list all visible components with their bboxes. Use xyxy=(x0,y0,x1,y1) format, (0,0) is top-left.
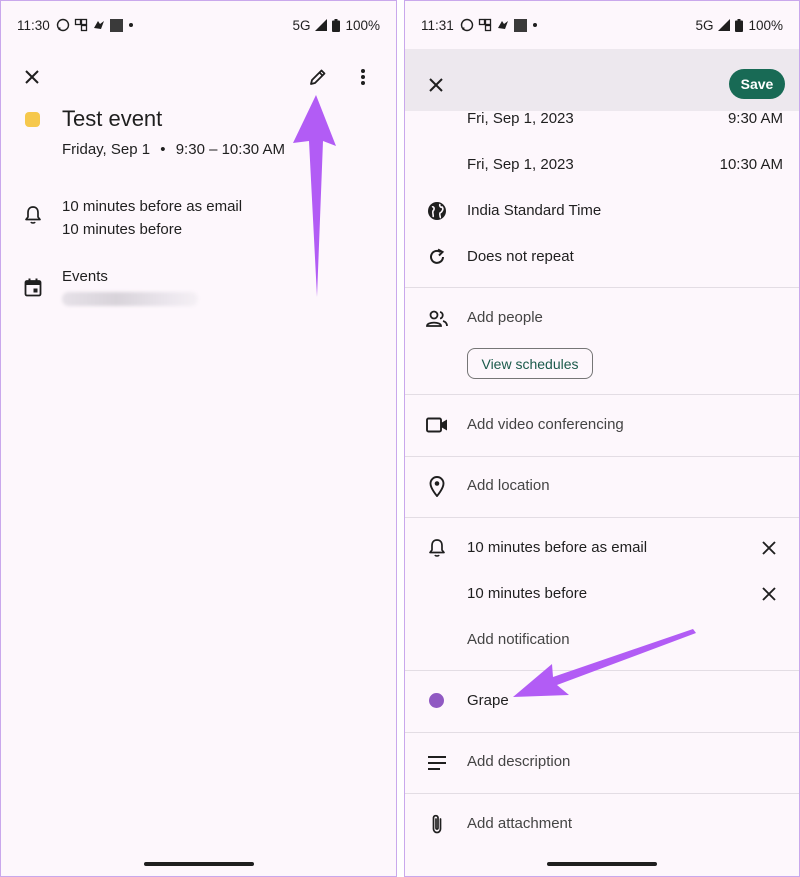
gesture-nav-bar[interactable] xyxy=(143,862,254,866)
signal-icon xyxy=(718,19,731,31)
add-notification[interactable]: Add notification xyxy=(467,631,570,648)
people-icon xyxy=(424,307,450,331)
edit-pencil-icon[interactable] xyxy=(304,63,332,91)
event-title: Test event xyxy=(62,106,163,131)
notification-dot xyxy=(128,23,133,27)
event-separator: • xyxy=(160,141,166,158)
notification-item[interactable]: 10 minutes before xyxy=(467,585,587,602)
location-pin-icon xyxy=(425,474,449,498)
divider xyxy=(405,456,799,457)
divider xyxy=(405,793,799,794)
event-when: Friday, Sep 1 • 9:30 – 10:30 AM xyxy=(62,141,285,158)
event-date: Friday, Sep 1 xyxy=(62,141,151,158)
status-time: 11:30 xyxy=(17,17,50,33)
battery-label: 100% xyxy=(748,17,783,33)
signal-icon xyxy=(315,19,328,31)
annotation-arrow xyxy=(293,95,336,297)
close-icon[interactable] xyxy=(19,64,45,90)
divider xyxy=(405,517,799,518)
divider xyxy=(405,732,799,733)
add-attachment[interactable]: Add attachment xyxy=(467,815,572,832)
start-date[interactable]: Fri, Sep 1, 2023 xyxy=(467,110,574,127)
whatsapp-icon xyxy=(56,18,69,32)
app-icon xyxy=(497,21,508,29)
remove-notification-icon[interactable] xyxy=(757,582,781,606)
grid-app-icon xyxy=(74,18,87,32)
divider xyxy=(405,394,799,395)
timezone[interactable]: India Standard Time xyxy=(467,202,601,219)
notification-item: 10 minutes before xyxy=(62,221,183,238)
status-bar: 11:31 5G 100% xyxy=(405,1,799,49)
add-people[interactable]: Add people xyxy=(467,309,543,326)
network-label: 5G xyxy=(695,17,714,33)
repeat-icon xyxy=(425,245,449,269)
close-icon[interactable] xyxy=(423,72,449,98)
bell-icon xyxy=(21,203,45,227)
whatsapp-icon xyxy=(460,18,473,32)
notes-lines-icon xyxy=(425,751,449,775)
annotation-arrow xyxy=(513,629,696,697)
add-video-conferencing[interactable]: Add video conferencing xyxy=(467,416,624,433)
battery-icon xyxy=(332,18,341,32)
status-time: 11:31 xyxy=(421,17,454,33)
bell-icon xyxy=(425,536,449,560)
notification-dot xyxy=(532,23,537,27)
divider xyxy=(405,670,799,671)
repeat-option[interactable]: Does not repeat xyxy=(467,248,574,265)
app-icon xyxy=(93,21,104,29)
add-description[interactable]: Add description xyxy=(467,753,570,770)
event-color-name[interactable]: Grape xyxy=(467,692,509,709)
event-color-dot[interactable] xyxy=(429,693,444,708)
network-label: 5G xyxy=(292,17,311,33)
notification-item: 10 minutes before as email xyxy=(62,198,243,215)
paperclip-icon xyxy=(425,812,449,836)
gesture-nav-bar[interactable] xyxy=(547,862,657,866)
calendar-name: Events xyxy=(62,268,108,285)
calendar-icon xyxy=(21,275,45,299)
battery-icon xyxy=(735,18,744,32)
end-time[interactable]: 10:30 AM xyxy=(720,156,783,173)
event-details-screen: 11:30 5G 100% Test event Friday, Sep 1 •… xyxy=(0,0,397,877)
view-schedules-button[interactable]: View schedules xyxy=(467,348,593,379)
more-options-icon[interactable] xyxy=(351,63,375,91)
save-button[interactable]: Save xyxy=(729,69,785,99)
square-app-icon xyxy=(513,18,527,32)
remove-notification-icon[interactable] xyxy=(757,536,781,560)
status-bar: 11:30 5G 100% xyxy=(1,1,396,49)
event-edit-screen: 11:31 5G 100% Save Fri, Sep 1, 2023 9:30… xyxy=(404,0,800,877)
battery-label: 100% xyxy=(345,17,380,33)
add-location[interactable]: Add location xyxy=(467,477,550,494)
blurred-account-email xyxy=(62,292,198,306)
end-date[interactable]: Fri, Sep 1, 2023 xyxy=(467,156,574,173)
video-camera-icon xyxy=(424,413,450,437)
start-time[interactable]: 9:30 AM xyxy=(728,110,783,127)
event-color-swatch xyxy=(25,112,40,127)
notification-item[interactable]: 10 minutes before as email xyxy=(467,539,647,556)
divider xyxy=(405,287,799,288)
grid-app-icon xyxy=(478,18,491,32)
square-app-icon xyxy=(109,18,123,32)
event-time-range: 9:30 – 10:30 AM xyxy=(175,141,285,158)
globe-icon xyxy=(425,199,449,223)
